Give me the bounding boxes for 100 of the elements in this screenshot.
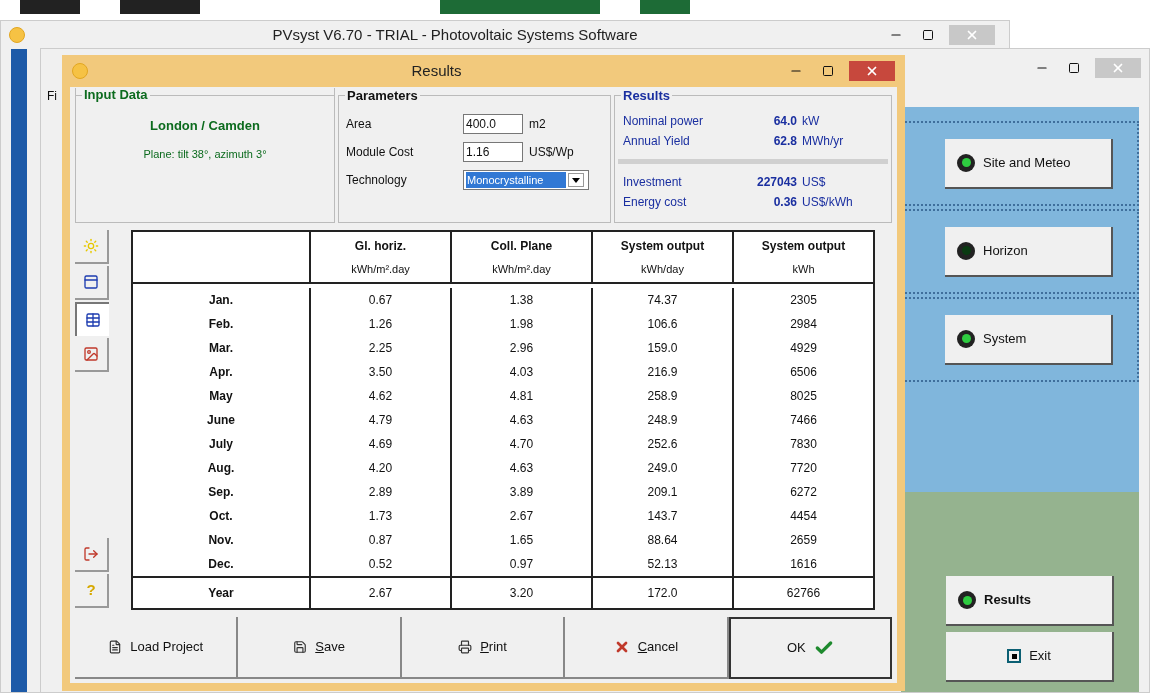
number-field[interactable]: 1.16 bbox=[463, 142, 523, 162]
table-cell-text: 7466 bbox=[789, 412, 818, 429]
table-cell-text: 248.9 bbox=[646, 412, 679, 429]
month-label: Jan. bbox=[208, 292, 234, 309]
month-label: Nov. bbox=[207, 532, 235, 549]
table-cell-text: 209.1 bbox=[646, 484, 679, 501]
document-icon bbox=[108, 640, 123, 654]
table-cell-text: 74.37 bbox=[646, 292, 679, 309]
table-cell-text: 7830 bbox=[789, 436, 818, 453]
step-button[interactable]: Horizon bbox=[945, 226, 1113, 277]
table-cell-text: 88.64 bbox=[646, 532, 679, 549]
table-cell-text: 252.6 bbox=[646, 436, 679, 453]
field-label: Technology bbox=[346, 172, 408, 189]
table-cell-text: 4.63 bbox=[508, 460, 535, 477]
table-cell-text: 7720 bbox=[789, 460, 818, 477]
table-cell-text: 0.52 bbox=[367, 556, 394, 573]
number-field[interactable]: 400.0 bbox=[463, 114, 523, 134]
table-icon bbox=[85, 312, 101, 328]
menu-item[interactable]: Fi bbox=[47, 89, 57, 103]
month-label: Sep. bbox=[207, 484, 235, 501]
table-cell-text: 1.98 bbox=[508, 316, 535, 333]
dialog-title: Results bbox=[410, 60, 463, 81]
column-header: System output bbox=[761, 237, 846, 255]
table-cell-text: 4929 bbox=[789, 340, 818, 357]
table-cell-text: 3.50 bbox=[367, 364, 394, 381]
table-cell-text: 0.67 bbox=[367, 292, 394, 309]
table-cell-text: 2.25 bbox=[367, 340, 394, 357]
table-cell-text: 1.38 bbox=[508, 292, 535, 309]
column-header: Gl. horiz. bbox=[354, 237, 407, 255]
result-label: Energy cost bbox=[623, 194, 688, 211]
table-cell: 2.67 bbox=[311, 578, 452, 608]
step-button[interactable]: Site and Meteo bbox=[945, 138, 1113, 189]
app-icon bbox=[9, 27, 25, 43]
close-button[interactable] bbox=[849, 61, 895, 81]
table-cell-text: 1.73 bbox=[367, 508, 394, 525]
side-tool-button[interactable] bbox=[75, 302, 109, 336]
table-cell-text: 4.20 bbox=[367, 460, 394, 477]
close-icon bbox=[965, 28, 979, 42]
stop-icon bbox=[1007, 649, 1022, 663]
table-cell-text: 143.7 bbox=[646, 508, 679, 525]
table-cell-text: 8025 bbox=[789, 388, 818, 405]
table-cell-text: 4.03 bbox=[508, 364, 535, 381]
table-cell-text: 2.96 bbox=[508, 340, 535, 357]
panel-icon bbox=[83, 274, 99, 290]
result-value: 64.0 bbox=[772, 113, 797, 130]
month-label: Dec. bbox=[207, 556, 235, 573]
table-cell-text: 62766 bbox=[785, 585, 822, 602]
field-label: Module Cost bbox=[346, 144, 415, 161]
result-unit: kW bbox=[802, 113, 820, 130]
month-label: Feb. bbox=[207, 316, 235, 333]
table-cell-text: 1616 bbox=[789, 556, 818, 573]
result-unit: US$/kWh bbox=[802, 194, 853, 211]
table-cell-text: 1.26 bbox=[367, 316, 394, 333]
app-icon bbox=[72, 63, 88, 79]
side-tool-button[interactable] bbox=[75, 538, 109, 572]
group-title: Parameters bbox=[345, 89, 420, 102]
column-unit: kWh/m².day bbox=[492, 261, 551, 277]
maximize-icon bbox=[1068, 62, 1080, 74]
exit-button[interactable]: Exit bbox=[946, 632, 1114, 682]
step-button[interactable]: System bbox=[945, 314, 1113, 365]
table-cell-text: 6506 bbox=[789, 364, 818, 381]
table-cell-text: 4.81 bbox=[508, 388, 535, 405]
sun-icon bbox=[83, 238, 99, 254]
dialog-button[interactable]: Print bbox=[401, 617, 566, 679]
table-cell: 172.0 bbox=[593, 578, 734, 608]
table-cell-text: 2984 bbox=[789, 316, 818, 333]
table-cell-text: 249.0 bbox=[646, 460, 679, 477]
month-label: Aug. bbox=[206, 460, 236, 477]
side-tool-button[interactable] bbox=[75, 338, 109, 372]
dialog-button[interactable]: OK bbox=[728, 617, 892, 679]
column-header: Coll. Plane bbox=[490, 237, 553, 255]
site-name: London / Camden bbox=[150, 117, 260, 135]
table-cell-text: 4.70 bbox=[508, 436, 535, 453]
field-label: Area bbox=[346, 116, 373, 133]
table-cell-text: 4.63 bbox=[508, 412, 535, 429]
background-bar bbox=[20, 0, 80, 14]
step-button[interactable]: Results bbox=[946, 576, 1114, 626]
printer-icon bbox=[458, 640, 473, 654]
result-value: 62.8 bbox=[772, 133, 797, 150]
month-label: Mar. bbox=[208, 340, 234, 357]
dialog-button[interactable]: Cancel bbox=[565, 617, 729, 679]
table-cell-text: 0.87 bbox=[367, 532, 394, 549]
dialog-button[interactable]: Save bbox=[238, 617, 402, 679]
dialog-button[interactable]: Load Project bbox=[75, 617, 239, 679]
table-cell-text: 2.67 bbox=[508, 508, 535, 525]
column-unit: kWh bbox=[792, 261, 815, 277]
picture-icon bbox=[83, 346, 99, 362]
unit-label: US$/Wp bbox=[529, 144, 574, 161]
group-title: Results bbox=[621, 89, 672, 102]
unit-label: m2 bbox=[529, 116, 546, 133]
table-cell-text: 2659 bbox=[789, 532, 818, 549]
total-label: Year bbox=[133, 578, 311, 608]
table-cell-text: 0.97 bbox=[508, 556, 535, 573]
result-label: Nominal power bbox=[623, 113, 705, 130]
table-cell-text: 159.0 bbox=[646, 340, 679, 357]
month-label: Apr. bbox=[208, 364, 234, 381]
result-unit: US$ bbox=[802, 174, 826, 191]
column-unit: kWh/day bbox=[641, 261, 684, 277]
side-tool-button[interactable] bbox=[75, 266, 109, 300]
technology-dropdown[interactable]: Monocrystalline bbox=[463, 170, 589, 190]
